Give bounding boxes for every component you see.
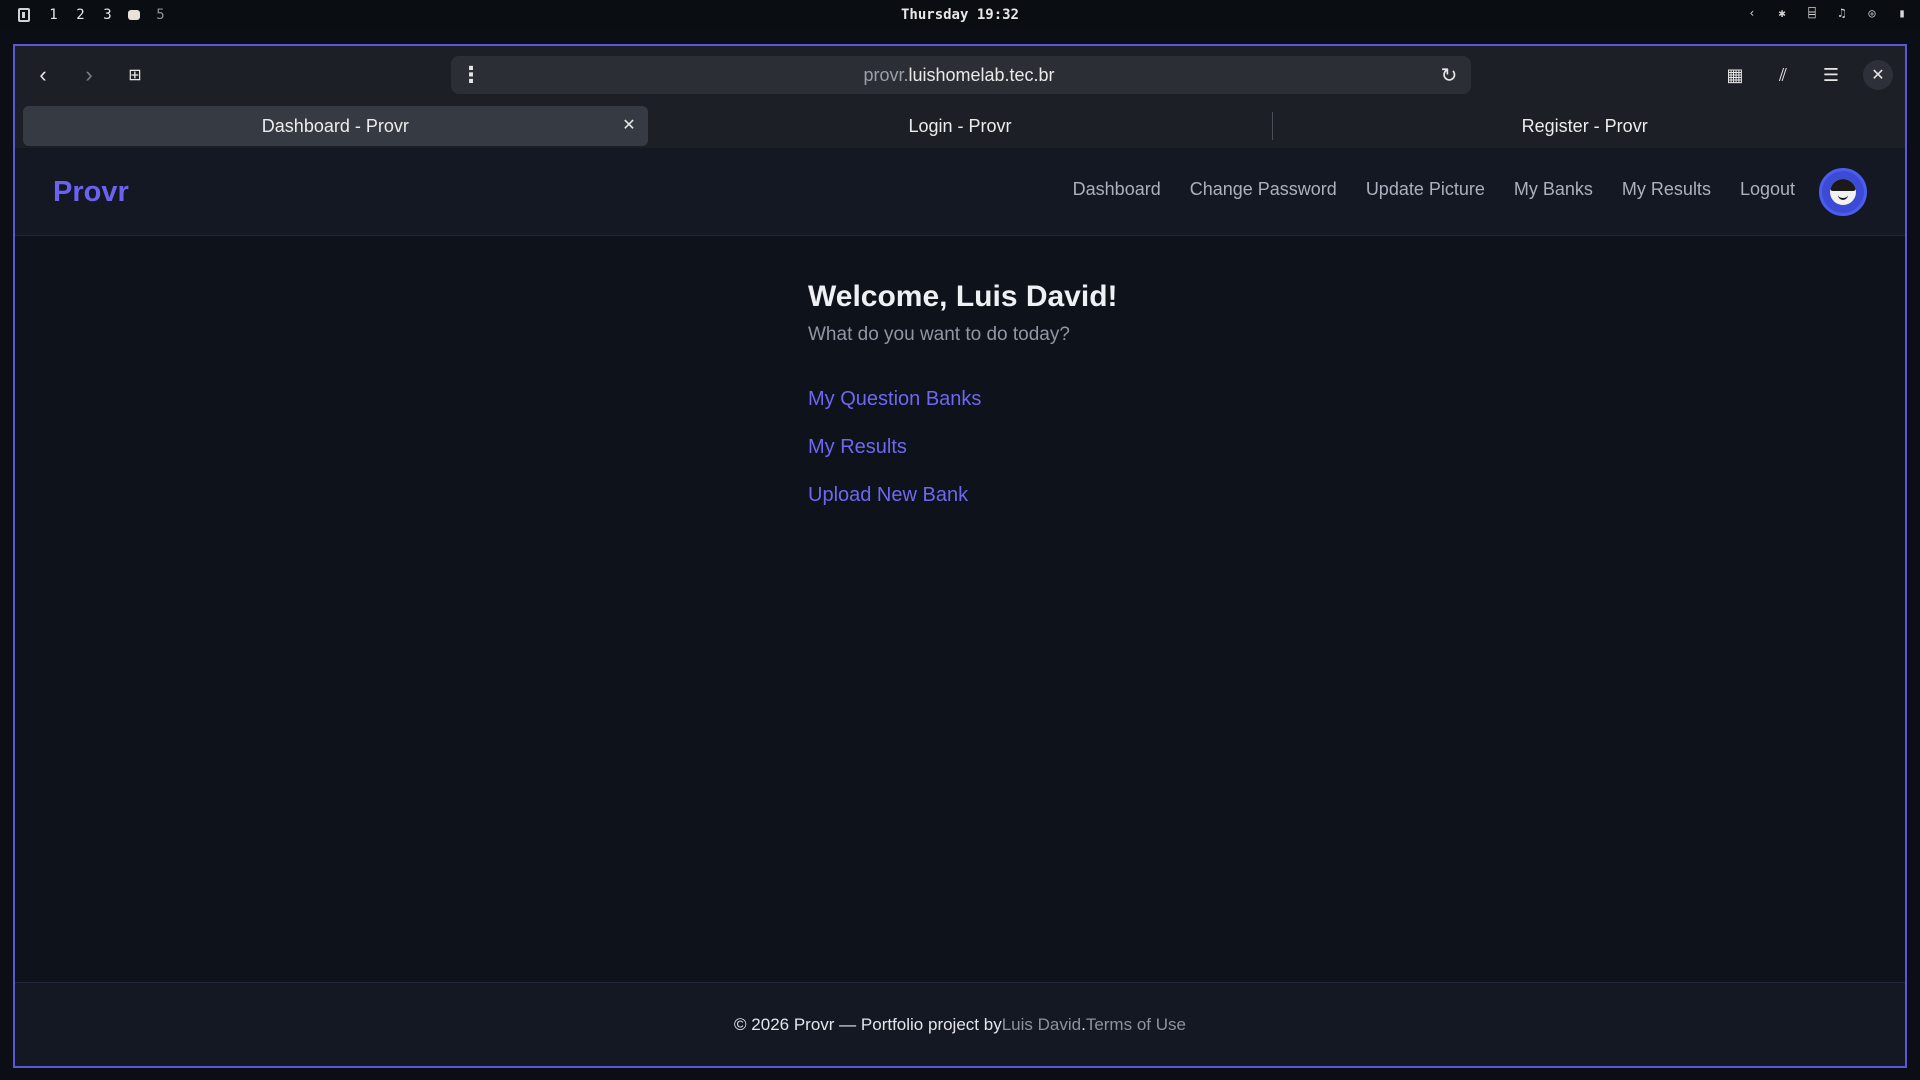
link-my-results[interactable]: My Results (808, 436, 1118, 459)
tab-dashboard[interactable]: Dashboard - Provr ✕ (23, 106, 648, 146)
workspace-2[interactable]: 2 (67, 7, 94, 23)
main-content: Welcome, Luis David! What do you want to… (15, 236, 1905, 982)
nav-my-banks[interactable]: My Banks (1514, 179, 1593, 200)
dashboard-panel: Welcome, Luis David! What do you want to… (808, 280, 1118, 532)
battery-icon[interactable]: ▮ (1894, 6, 1910, 20)
link-my-question-banks[interactable]: My Question Banks (808, 388, 1118, 411)
avatar[interactable] (1819, 168, 1867, 216)
forward-icon[interactable]: › (73, 59, 105, 91)
tab-label: Login - Provr (908, 115, 1012, 136)
workspace-3[interactable]: 3 (94, 7, 121, 23)
nav-my-results[interactable]: My Results (1622, 179, 1711, 200)
reload-icon[interactable]: ↻ (1427, 63, 1471, 88)
nav-update-picture[interactable]: Update Picture (1366, 179, 1485, 200)
system-top-bar: 1 2 3 5 Thursday 19:32 ‹ ✱ ⌸ ♫ ◎ ▮ (0, 0, 1920, 30)
hamburger-menu-icon[interactable]: ☰ (1815, 59, 1847, 91)
tab-label: Dashboard - Provr (261, 115, 409, 136)
browser-toolbar: ‹ › ⊞ ⋮ provr.luishomelab.tec.br ↻ ▦ ⫽ ☰… (15, 46, 1905, 104)
workspace-switcher: 1 2 3 5 (0, 7, 174, 23)
network-icon[interactable]: ⌸ (1804, 6, 1820, 20)
tab-register[interactable]: Register - Provr (1272, 106, 1897, 146)
workspace-active-indicator[interactable] (128, 10, 140, 20)
tray: ‹ ✱ ⌸ ♫ ◎ ▮ (1744, 6, 1910, 20)
url-text[interactable]: provr.luishomelab.tec.br (491, 65, 1427, 86)
bluetooth-icon[interactable]: ✱ (1774, 6, 1790, 20)
tab-label: Register - Provr (1521, 115, 1648, 136)
nav-change-password[interactable]: Change Password (1190, 179, 1337, 200)
address-bar[interactable]: ⋮ provr.luishomelab.tec.br ↻ (451, 56, 1471, 94)
tab-login[interactable]: Login - Provr (648, 106, 1273, 146)
close-icon[interactable]: ✕ (1863, 60, 1893, 90)
brand-logo[interactable]: Provr (53, 176, 129, 209)
site-header: Provr Dashboard Change Password Update P… (15, 148, 1905, 236)
link-upload-new-bank[interactable]: Upload New Bank (808, 484, 1118, 507)
tab-bar: Dashboard - Provr ✕ Login - Provr Regist… (15, 104, 1905, 148)
page-subtitle: What do you want to do today? (808, 324, 1070, 345)
grid-icon[interactable]: ▦ (1719, 59, 1751, 91)
back-icon[interactable]: ‹ (27, 59, 59, 91)
avatar-image (1830, 179, 1856, 205)
new-tab-icon[interactable]: ⊞ (119, 59, 151, 91)
site-footer: © 2026 Provr — Portfolio project by Luis… (15, 982, 1905, 1066)
site-nav: Dashboard Change Password Update Picture… (1073, 179, 1795, 200)
workspace-1[interactable]: 1 (40, 7, 67, 23)
nav-dashboard[interactable]: Dashboard (1073, 179, 1161, 200)
layout-icon[interactable] (18, 8, 30, 22)
footer-author-link[interactable]: Luis David (1002, 1015, 1081, 1035)
library-icon[interactable]: ⫽ (1767, 59, 1799, 91)
page-menu-icon[interactable]: ⋮ (451, 62, 491, 88)
tray-expand-icon[interactable]: ‹ (1744, 6, 1760, 20)
footer-terms-link[interactable]: Terms of Use (1086, 1015, 1186, 1035)
clock: Thursday 19:32 (900, 7, 1019, 23)
nav-logout[interactable]: Logout (1740, 179, 1795, 200)
workspace-5[interactable]: 5 (147, 7, 174, 23)
page-title: Welcome, Luis David! (808, 280, 1118, 313)
tab-close-icon[interactable]: ✕ (622, 115, 635, 135)
browser-window: ‹ › ⊞ ⋮ provr.luishomelab.tec.br ↻ ▦ ⫽ ☰… (13, 44, 1907, 1068)
footer-text: © 2026 Provr — Portfolio project by (734, 1014, 1002, 1034)
headphones-icon[interactable]: ♫ (1834, 6, 1850, 20)
globe-icon[interactable]: ◎ (1864, 6, 1880, 20)
